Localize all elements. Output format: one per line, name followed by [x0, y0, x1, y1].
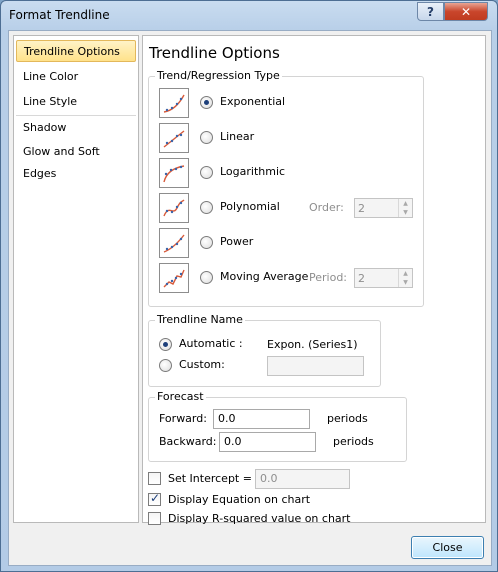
display-rsquared-label: Display R-squared value on chart: [168, 512, 351, 525]
help-button[interactable]: ?: [417, 2, 444, 21]
window-close-button[interactable]: ✕: [444, 2, 488, 21]
linear-trend-icon[interactable]: [159, 123, 189, 153]
moving-average-trend-icon[interactable]: [159, 263, 189, 293]
display-equation-label: Display Equation on chart: [168, 493, 311, 506]
power-radio[interactable]: [200, 236, 213, 249]
window-title: Format Trendline: [9, 8, 110, 22]
close-button[interactable]: Close: [411, 536, 484, 559]
title-bar[interactable]: Format Trendline ? ✕: [1, 1, 497, 29]
forward-label: Forward:: [159, 412, 207, 425]
exponential-trend-icon[interactable]: [159, 88, 189, 118]
trendline-name-group: Trendline Name Automatic : Expon. (Serie…: [148, 313, 381, 387]
type-row-logarithmic: Logarithmic: [149, 158, 419, 188]
polynomial-trend-icon[interactable]: [159, 193, 189, 223]
polynomial-radio[interactable]: [200, 201, 213, 214]
moving-average-radio[interactable]: [200, 271, 213, 284]
regression-type-group: Trend/Regression Type Exponential Linear…: [148, 69, 424, 307]
polynomial-label: Polynomial: [220, 200, 280, 213]
forward-unit: periods: [327, 412, 368, 425]
display-rsquared-checkbox[interactable]: [148, 512, 161, 525]
custom-name-label: Custom:: [179, 358, 225, 371]
type-row-power: Power: [149, 228, 419, 258]
linear-radio[interactable]: [200, 131, 213, 144]
forecast-group: Forecast Forward: 0.0 periods Backward: …: [148, 390, 407, 462]
order-spin-arrows-icon[interactable]: ▲ ▼: [398, 199, 412, 217]
custom-name-radio[interactable]: [159, 359, 172, 372]
power-label: Power: [220, 235, 254, 248]
moving-average-label: Moving Average: [220, 270, 309, 283]
trendline-name-legend: Trendline Name: [155, 313, 245, 326]
type-row-linear: Linear: [149, 123, 419, 153]
set-intercept-label: Set Intercept =: [168, 472, 252, 485]
backward-input[interactable]: 0.0: [219, 432, 316, 452]
logarithmic-radio[interactable]: [200, 166, 213, 179]
set-intercept-field[interactable]: 0.0: [255, 469, 350, 489]
nav-item-line-style[interactable]: Line Style: [16, 91, 136, 113]
period-value: 2: [358, 272, 365, 285]
custom-name-field[interactable]: [267, 356, 364, 376]
automatic-name-radio[interactable]: [159, 338, 172, 351]
logarithmic-label: Logarithmic: [220, 165, 286, 178]
set-intercept-checkbox[interactable]: [148, 472, 161, 485]
forward-input[interactable]: 0.0: [213, 409, 310, 429]
order-value: 2: [358, 202, 365, 215]
logarithmic-trend-icon[interactable]: [159, 158, 189, 188]
regression-type-legend: Trend/Regression Type: [155, 69, 282, 82]
automatic-name-value: Expon. (Series1): [267, 338, 358, 351]
trendline-options-panel: Trendline Options Trend/Regression Type …: [142, 35, 486, 525]
type-row-exponential: Exponential: [149, 88, 419, 118]
linear-label: Linear: [220, 130, 255, 143]
automatic-name-label: Automatic :: [179, 337, 243, 350]
period-spinner[interactable]: 2 ▲ ▼: [354, 268, 413, 288]
order-spinner[interactable]: 2 ▲ ▼: [354, 198, 413, 218]
category-list: Trendline Options Line Color Line Style …: [13, 35, 139, 523]
backward-label: Backward:: [159, 435, 217, 448]
nav-item-line-color[interactable]: Line Color: [16, 66, 136, 88]
nav-item-shadow[interactable]: Shadow: [16, 117, 136, 139]
exponential-label: Exponential: [220, 95, 286, 108]
nav-item-glow-soft-edges[interactable]: Glow and Soft Edges: [16, 141, 136, 180]
period-label: Period:: [309, 271, 348, 284]
power-trend-icon[interactable]: [159, 228, 189, 258]
exponential-radio[interactable]: [200, 96, 213, 109]
panel-title: Trendline Options: [149, 44, 280, 62]
format-trendline-dialog: Format Trendline ? ✕ Trendline Options L…: [0, 0, 498, 572]
forecast-legend: Forecast: [155, 390, 206, 403]
nav-divider: [16, 115, 136, 116]
period-spin-arrows-icon[interactable]: ▲ ▼: [398, 269, 412, 287]
nav-item-trendline-options[interactable]: Trendline Options: [16, 40, 136, 62]
dialog-client-area: Trendline Options Line Color Line Style …: [8, 30, 492, 566]
order-label: Order:: [309, 201, 344, 214]
backward-unit: periods: [333, 435, 374, 448]
display-equation-checkbox[interactable]: [148, 491, 161, 506]
